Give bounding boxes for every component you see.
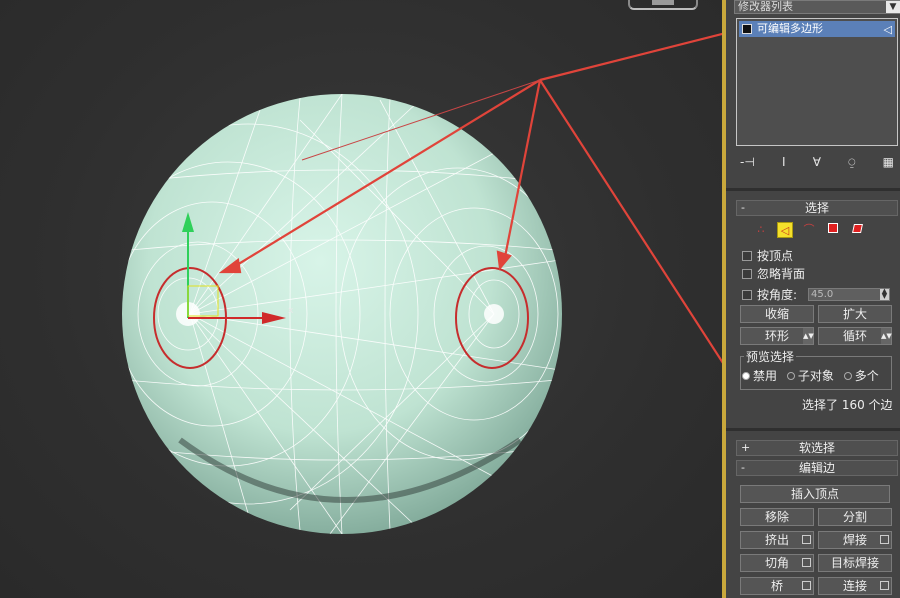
weld-button[interactable]: 焊接: [818, 531, 892, 549]
weld-label: 焊接: [842, 533, 867, 547]
radio-subobject[interactable]: [786, 372, 795, 380]
radio-off-label: 禁用: [753, 369, 778, 383]
pin-stack-icon[interactable]: -⊣: [740, 155, 755, 169]
remove-button[interactable]: 移除: [740, 508, 814, 526]
angle-value: 45.0: [811, 289, 834, 300]
edge-level-icon[interactable]: ◁: [777, 222, 793, 238]
extrude-button[interactable]: 挤出: [740, 531, 814, 549]
settings-box-icon[interactable]: [880, 535, 889, 544]
vertex-level-icon[interactable]: ∴: [753, 222, 769, 238]
checkbox-box[interactable]: [742, 269, 752, 279]
split-button[interactable]: 分割: [818, 508, 892, 526]
polygon-level-icon[interactable]: [825, 222, 841, 238]
ring-label: 环形: [764, 329, 789, 343]
radio-multi-label: 多个: [854, 369, 879, 383]
command-panel: 修改器列表 ▼ 可编辑多边形 ◁ -⊣ I ∀ ⍜ ▦ - 选择 ∴ ◁ ⌒ 按…: [722, 0, 900, 598]
grow-button[interactable]: 扩大: [818, 305, 892, 323]
configure-sets-icon[interactable]: ▦: [883, 155, 894, 169]
spinner-arrows-icon[interactable]: ▲▼: [880, 288, 889, 300]
right-pole: [484, 304, 504, 324]
radio-off[interactable]: [742, 372, 750, 380]
chamfer-label: 切角: [764, 556, 789, 570]
preview-selection-title: 预览选择: [744, 348, 797, 365]
axis-x-label: x: [288, 306, 294, 316]
subobject-level-icons: ∴ ◁ ⌒: [744, 220, 874, 240]
loop-label: 循环: [842, 329, 867, 343]
modifier-list-dropdown[interactable]: 修改器列表 ▼: [734, 0, 900, 14]
settings-box-icon[interactable]: [802, 558, 811, 567]
settings-box-icon[interactable]: [802, 581, 811, 590]
rollout-title: 编辑边: [798, 461, 835, 475]
checkbox-box[interactable]: [742, 251, 752, 261]
chevron-down-icon[interactable]: ▼: [886, 1, 900, 13]
stack-item-label: 可编辑多边形: [757, 22, 823, 35]
by-angle-checkbox[interactable]: 按角度:: [742, 287, 797, 303]
viewport[interactable]: x: [0, 0, 722, 598]
angle-spinner[interactable]: 45.0 ▲ ▼: [808, 288, 890, 301]
modifier-stack[interactable]: 可编辑多边形 ◁: [736, 18, 898, 146]
settings-box-icon[interactable]: [880, 581, 889, 590]
subobject-triangle-icon: ◁: [883, 23, 892, 36]
checkbox-box[interactable]: [742, 290, 752, 300]
target-weld-button[interactable]: 目标焊接: [818, 554, 892, 572]
radio-multi[interactable]: [843, 372, 852, 380]
rollout-edit-edges-header[interactable]: - 编辑边: [736, 460, 898, 476]
scene-svg: [122, 32, 722, 534]
extrude-label: 挤出: [764, 533, 789, 547]
insert-vertex-button[interactable]: 插入顶点: [740, 485, 890, 503]
stack-toolbar: -⊣ I ∀ ⍜ ▦: [736, 152, 898, 172]
by-vertex-checkbox[interactable]: 按顶点: [742, 248, 793, 264]
ignore-backfacing-label: 忽略背面: [757, 267, 806, 281]
make-unique-icon[interactable]: ∀: [813, 155, 821, 169]
connect-label: 连接: [842, 579, 867, 593]
lightbulb-icon[interactable]: [742, 24, 752, 34]
rollout-soft-selection-header[interactable]: + 软选择: [736, 440, 898, 456]
expand-icon: +: [741, 441, 751, 454]
by-vertex-label: 按顶点: [757, 249, 794, 263]
show-end-result-icon[interactable]: I: [782, 155, 786, 169]
spinner-arrows-icon[interactable]: ▲▼: [881, 328, 892, 344]
border-level-icon[interactable]: ⌒: [801, 222, 817, 238]
rollout-title: 选择: [804, 201, 829, 215]
spinner-arrows-icon[interactable]: ▲▼: [803, 328, 814, 344]
bridge-label: 桥: [770, 579, 783, 593]
loop-button[interactable]: 循环 ▲▼: [818, 327, 892, 345]
ring-button[interactable]: 环形 ▲▼: [740, 327, 814, 345]
preview-selection-radios: 禁用 子对象 多个: [736, 367, 879, 384]
shrink-button[interactable]: 收缩: [740, 305, 814, 323]
stack-item-editable-poly[interactable]: 可编辑多边形 ◁: [739, 21, 895, 37]
element-level-icon[interactable]: [849, 222, 865, 238]
settings-box-icon[interactable]: [802, 535, 811, 544]
divider: [726, 428, 900, 431]
rollout-selection-header[interactable]: - 选择: [736, 200, 898, 216]
modifier-list-label: 修改器列表: [738, 0, 793, 13]
by-angle-label: 按角度:: [757, 288, 798, 302]
selection-count-text: 选择了 160 个边: [802, 398, 893, 412]
remove-modifier-icon[interactable]: ⍜: [848, 155, 855, 170]
rollout-title: 软选择: [798, 441, 835, 455]
collapse-icon: -: [741, 461, 745, 474]
ignore-backfacing-checkbox[interactable]: 忽略背面: [742, 266, 805, 282]
divider: [726, 188, 900, 191]
chamfer-button[interactable]: 切角: [740, 554, 814, 572]
bridge-button[interactable]: 桥: [740, 577, 814, 595]
collapse-icon: -: [741, 201, 745, 214]
connect-button[interactable]: 连接: [818, 577, 892, 595]
radio-subobject-label: 子对象: [797, 369, 834, 383]
